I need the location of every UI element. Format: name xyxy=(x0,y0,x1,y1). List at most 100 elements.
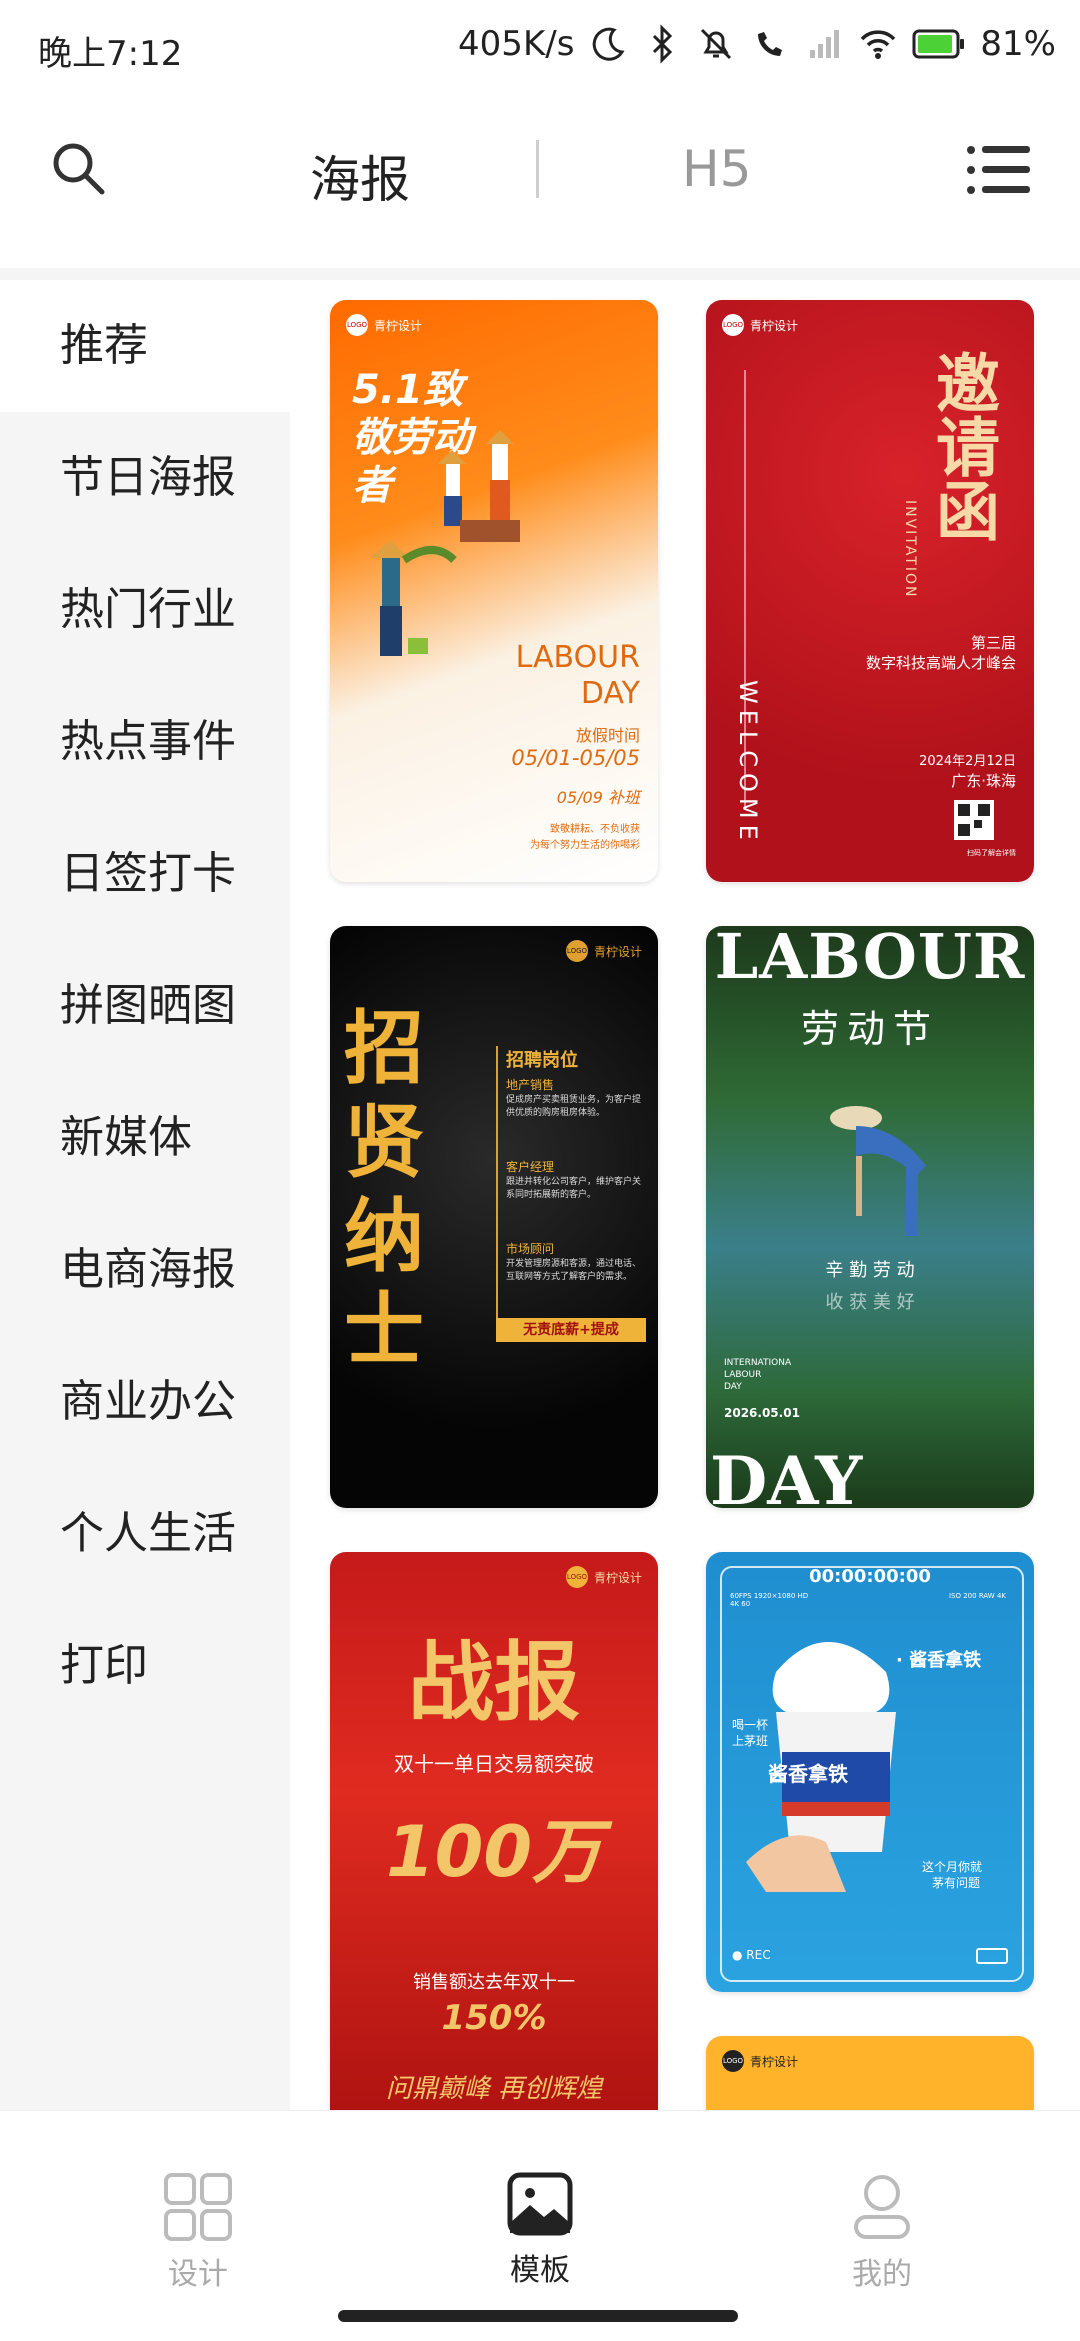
card-subtitle-en: LABOUR DAY xyxy=(515,640,640,711)
signal-icon xyxy=(810,30,840,58)
search-icon[interactable] xyxy=(48,138,108,198)
job-2-desc: 跟进并转化公司客户，维护客户关系同时拓展新的客户。 xyxy=(506,1177,642,1200)
grid-icon xyxy=(164,2173,232,2241)
holiday-dates: 05/01-05/05 xyxy=(511,746,640,770)
category-sidebar: 推荐 节日海报 热门行业 热点事件 日签打卡 拼图晒图 新媒体 电商海报 商业办… xyxy=(0,280,290,2110)
bell-off-icon xyxy=(701,28,732,60)
rec-label: REC xyxy=(746,1948,771,1962)
product-name: · 酱香拿铁 xyxy=(896,1650,982,1671)
sidebar-item-daily-checkin[interactable]: 日签打卡 xyxy=(0,808,290,940)
makeup-day: 05/09 补班 xyxy=(556,788,640,807)
tab-h5[interactable]: H5 xyxy=(682,140,751,198)
bottom-nav: 设计 模板 我的 xyxy=(0,2110,1080,2341)
report-line-2: 销售额达去年双十一 xyxy=(413,1972,575,1993)
report-percent: 150% xyxy=(441,1998,547,2038)
template-card-sales-report[interactable]: LOGO 青柠设计 战报 双十一单日交易额突破 100万 销售额达去年双十一 1… xyxy=(330,1552,658,2110)
nav-templates[interactable]: 模板 xyxy=(440,2171,640,2289)
motto-line-2: 收 获 美 好 xyxy=(825,1292,915,1313)
rec-indicator: ● REC xyxy=(732,1948,771,1962)
footer-line-2: 为每个努力生活的你喝彩 xyxy=(530,840,640,851)
brand-label: 青柠设计 xyxy=(374,318,423,333)
recruit-title: 招贤纳士 xyxy=(344,1002,424,1377)
welcome-text: WELCOME xyxy=(734,680,762,846)
job-3-title: 市场顾问 xyxy=(506,1242,555,1256)
report-title: 战报 xyxy=(408,1633,580,1733)
template-card-latte[interactable]: 00:00:00:00 60FPS 1920×1080 HD 4K 60 ISO… xyxy=(706,1552,1034,1992)
sidebar-item-print[interactable]: 打印 xyxy=(0,1600,290,1732)
nav-templates-label: 模板 xyxy=(510,2253,570,2288)
report-line-1: 双十一单日交易额突破 xyxy=(394,1752,594,1776)
labour-title-cn: 劳动节 xyxy=(800,1007,939,1051)
invitation-en: INVITATION xyxy=(902,500,918,599)
moon-icon xyxy=(593,27,625,61)
spec-right: ISO 200 RAW 4K xyxy=(948,1592,1006,1600)
decor-line xyxy=(496,1046,498,1336)
event-place: 广东·珠海 xyxy=(951,772,1016,790)
job-1-title: 地产销售 xyxy=(506,1078,555,1092)
logo-badge: LOGO xyxy=(565,1566,588,1588)
side-text-1: 喝一杯 xyxy=(732,1718,769,1732)
job-1-desc: 促成房产买卖租赁业务，为客户提供优质的购房租房体验。 xyxy=(506,1095,642,1118)
salary-banner: 无责底薪+提成 xyxy=(496,1318,646,1342)
template-card-recruitment[interactable]: LOGO 青柠设计 招贤纳士 招聘岗位 地产销售 促成房产买卖租赁业务，为客户提… xyxy=(330,926,658,1508)
nav-design-label: 设计 xyxy=(168,2257,228,2292)
sidebar-item-ecommerce[interactable]: 电商海报 xyxy=(0,1204,290,1336)
template-card-invitation[interactable]: LOGO 青柠设计 WELCOME 邀请函 INVITATION 第三届 数字科… xyxy=(706,300,1034,882)
holiday-label: 放假时间 xyxy=(575,726,640,745)
template-grid: LOGO 青柠设计 5.1致敬劳动者 LABOUR DAY 放假时间 05/01… xyxy=(290,280,1080,2110)
tab-divider xyxy=(536,140,539,198)
battery-icon xyxy=(912,29,965,59)
template-card-partial[interactable]: LOGO 青柠设计 xyxy=(706,2036,1034,2110)
template-card-labour-day[interactable]: LOGO 青柠设计 5.1致敬劳动者 LABOUR DAY 放假时间 05/01… xyxy=(330,300,658,882)
sidebar-item-new-media[interactable]: 新媒体 xyxy=(0,1072,290,1204)
small-line-3: DAY xyxy=(724,1382,742,1392)
nav-mine-label: 我的 xyxy=(852,2257,912,2292)
sidebar-item-industry[interactable]: 热门行业 xyxy=(0,544,290,676)
menu-icon[interactable] xyxy=(966,144,1030,196)
farmer-figure xyxy=(830,1106,926,1236)
template-card-labour-field[interactable]: LABOUR 劳动节 辛 勤 劳 动 收 获 美 好 INTERNATIONA … xyxy=(706,926,1034,1508)
status-icons: 405K/s 81% xyxy=(458,24,1056,64)
edition: 第三届 xyxy=(970,634,1016,652)
sidebar-item-festival[interactable]: 节日海报 xyxy=(0,412,290,544)
bluetooth-icon xyxy=(653,24,673,64)
farmer-illustration xyxy=(370,430,520,656)
wifi-icon xyxy=(861,30,896,59)
brand-label: 青柠设计 xyxy=(593,944,642,959)
home-indicator[interactable] xyxy=(338,2310,738,2322)
qr-caption: 扫码了解会详情 xyxy=(967,849,1016,857)
top-header: 海报 H5 xyxy=(0,68,1080,268)
status-bar: 晚上7:12 405K/s 81% xyxy=(0,0,1080,74)
event-date: 2024年2月12日 xyxy=(919,754,1016,769)
battery-mini-icon xyxy=(976,1948,1008,1964)
day-text: DAY xyxy=(710,1442,863,1508)
side-text-4: 茅有问题 xyxy=(932,1876,981,1890)
job-3-desc: 开发管理房源和客源，通过电话、互联网等方式了解客户的需求。 xyxy=(506,1259,642,1282)
logo-badge: LOGO xyxy=(565,940,588,962)
sidebar-item-recommend[interactable]: 推荐 xyxy=(0,280,290,412)
logo-badge: LOGO xyxy=(722,2050,744,2072)
image-icon xyxy=(507,2172,573,2236)
sidebar-item-business[interactable]: 商业办公 xyxy=(0,1336,290,1468)
user-icon xyxy=(854,2175,910,2239)
qr-code xyxy=(954,800,994,840)
nav-design[interactable]: 设计 xyxy=(98,2171,298,2293)
labour-title-en: LABOUR xyxy=(714,926,1026,993)
sidebar-item-collage[interactable]: 拼图晒图 xyxy=(0,940,290,1072)
spec-left: 60FPS 1920×1080 HD 4K 60 xyxy=(730,1592,809,1608)
logo-badge: LOGO xyxy=(722,314,744,336)
brand-label: 青柠设计 xyxy=(593,1570,642,1585)
call-icon xyxy=(758,32,783,56)
motto-line-1: 辛 勤 劳 动 xyxy=(825,1260,915,1281)
cup-label: 酱香拿铁 xyxy=(768,1762,848,1786)
small-line-2: LABOUR xyxy=(724,1370,762,1380)
tab-poster[interactable]: 海报 xyxy=(310,140,410,212)
job-2-title: 客户经理 xyxy=(506,1160,555,1174)
sidebar-item-personal[interactable]: 个人生活 xyxy=(0,1468,290,1600)
footer-line-1: 致敬耕耘、不负收获 xyxy=(550,824,640,835)
sidebar-item-hot-events[interactable]: 热点事件 xyxy=(0,676,290,808)
timer: 00:00:00:00 xyxy=(809,1566,931,1587)
nav-mine[interactable]: 我的 xyxy=(782,2171,982,2293)
jobs-heading: 招聘岗位 xyxy=(506,1050,578,1071)
brand-label: 青柠设计 xyxy=(750,2054,799,2069)
